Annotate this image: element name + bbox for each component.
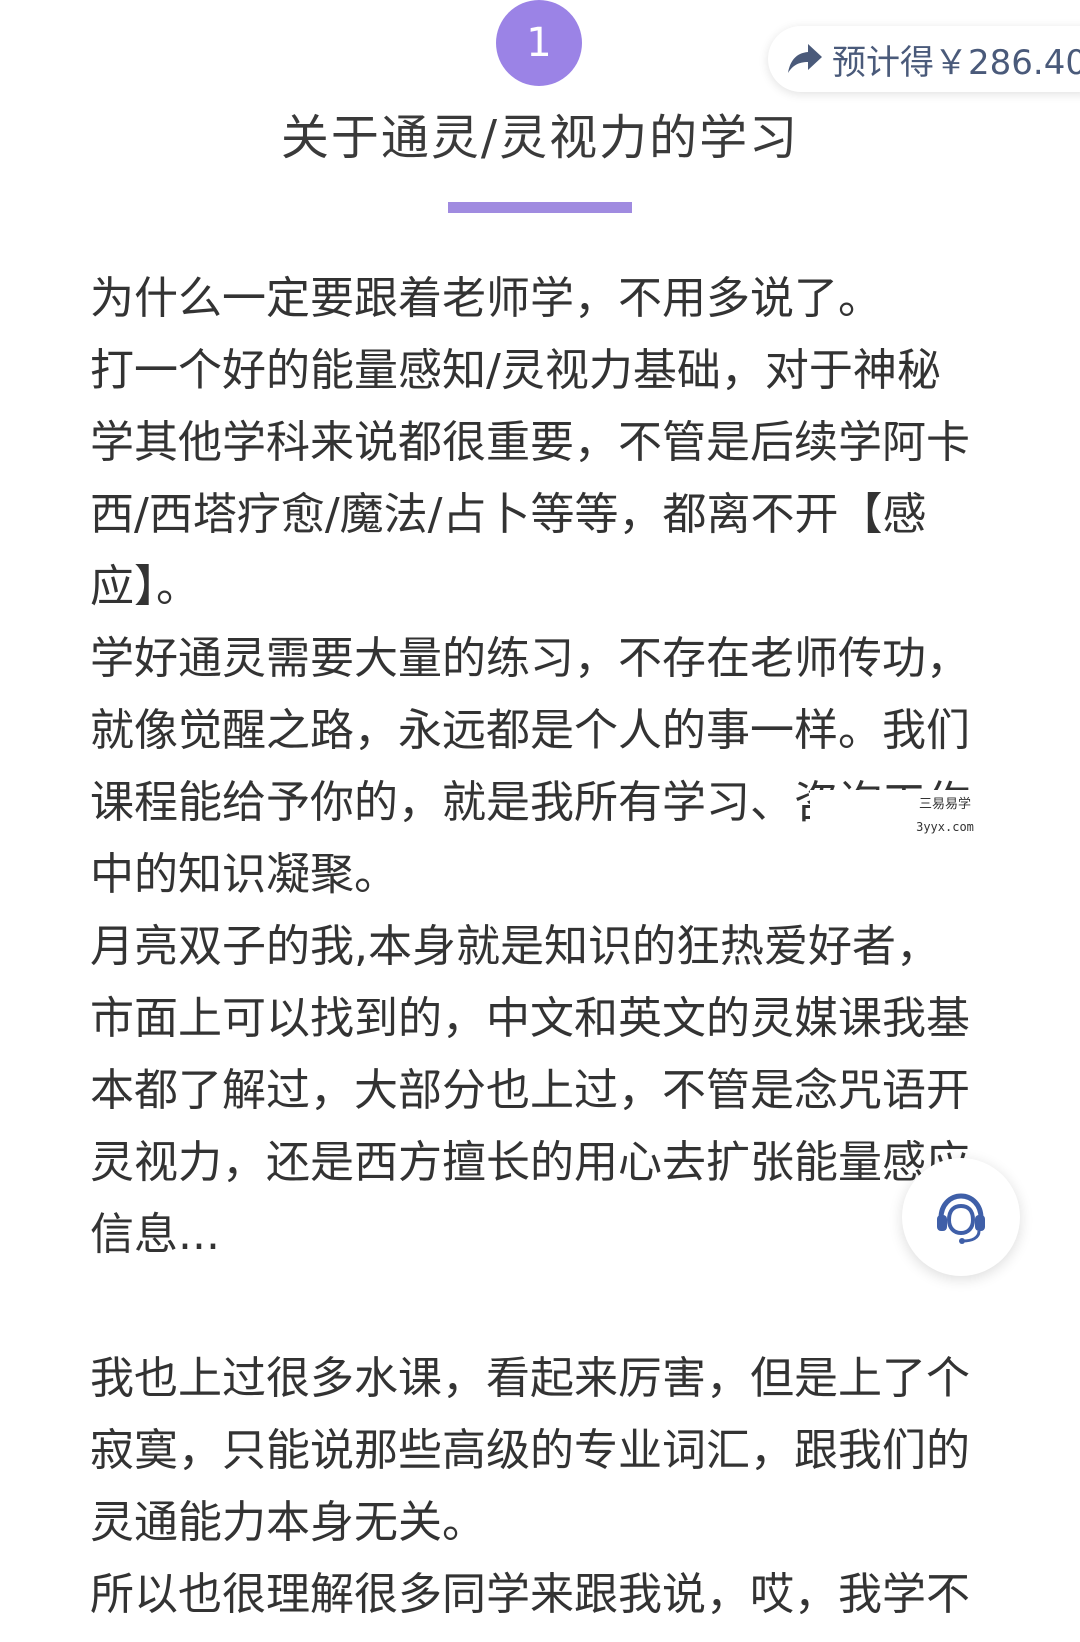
estimated-earnings-button[interactable]: 预计得￥286.40	[768, 26, 1080, 92]
body-line: 寂寞，只能说那些高级的专业词汇，跟我们的	[90, 1425, 970, 1476]
body-line: 所以也很理解很多同学来跟我说，哎，我学不	[90, 1569, 970, 1620]
step-number-badge: 1	[496, 0, 582, 86]
body-line: 月亮双子的我,本身就是知识的狂热爱好者，	[90, 921, 940, 972]
paragraph-spacer	[90, 1271, 995, 1343]
body-line: 打一个好的能量感知/灵视力基础，对于神秘	[90, 345, 941, 396]
watermark-name: 三易易学	[918, 797, 971, 812]
article-body: 为什么一定要跟着老师学，不用多说了。 打一个好的能量感知/灵视力基础，对于神秘 …	[90, 263, 995, 1631]
body-line: 应】。	[90, 561, 200, 612]
body-line: 本都了解过，大部分也上过，不管是念咒语开	[90, 1065, 970, 1116]
body-line: 西/西塔疗愈/魔法/占卜等等，都离不开【感	[90, 489, 927, 540]
title-underline	[448, 202, 632, 213]
customer-service-headset-icon	[937, 1193, 985, 1244]
body-line: 市面上可以找到的，中文和英文的灵媒课我基	[90, 993, 970, 1044]
body-line: 学其他学科来说都很重要，不管是后续学阿卡	[90, 417, 970, 468]
body-line: 中的知识凝聚。	[90, 849, 398, 900]
watermark-site: 3yyx.com	[916, 820, 974, 834]
watermark: 三易易学 3yyx.com	[810, 790, 1080, 848]
section-title: 关于通灵/灵视力的学习	[280, 110, 800, 166]
customer-service-button[interactable]	[902, 1158, 1020, 1276]
body-line: 信息...	[90, 1209, 220, 1260]
body-line: 就像觉醒之路，永远都是个人的事一样。我们	[90, 705, 970, 756]
body-line: 我也上过很多水课，看起来厉害，但是上了个	[90, 1353, 970, 1404]
body-line: 学好通灵需要大量的练习，不存在老师传功，	[90, 633, 970, 684]
body-line: 灵视力，还是西方擅长的用心去扩张能量感应	[90, 1137, 970, 1188]
share-arrow-icon	[788, 44, 822, 73]
body-line: 灵通能力本身无关。	[90, 1497, 486, 1548]
body-line: 为什么一定要跟着老师学，不用多说了。	[90, 273, 882, 324]
estimated-earnings-label: 预计得￥286.40	[832, 42, 1080, 83]
